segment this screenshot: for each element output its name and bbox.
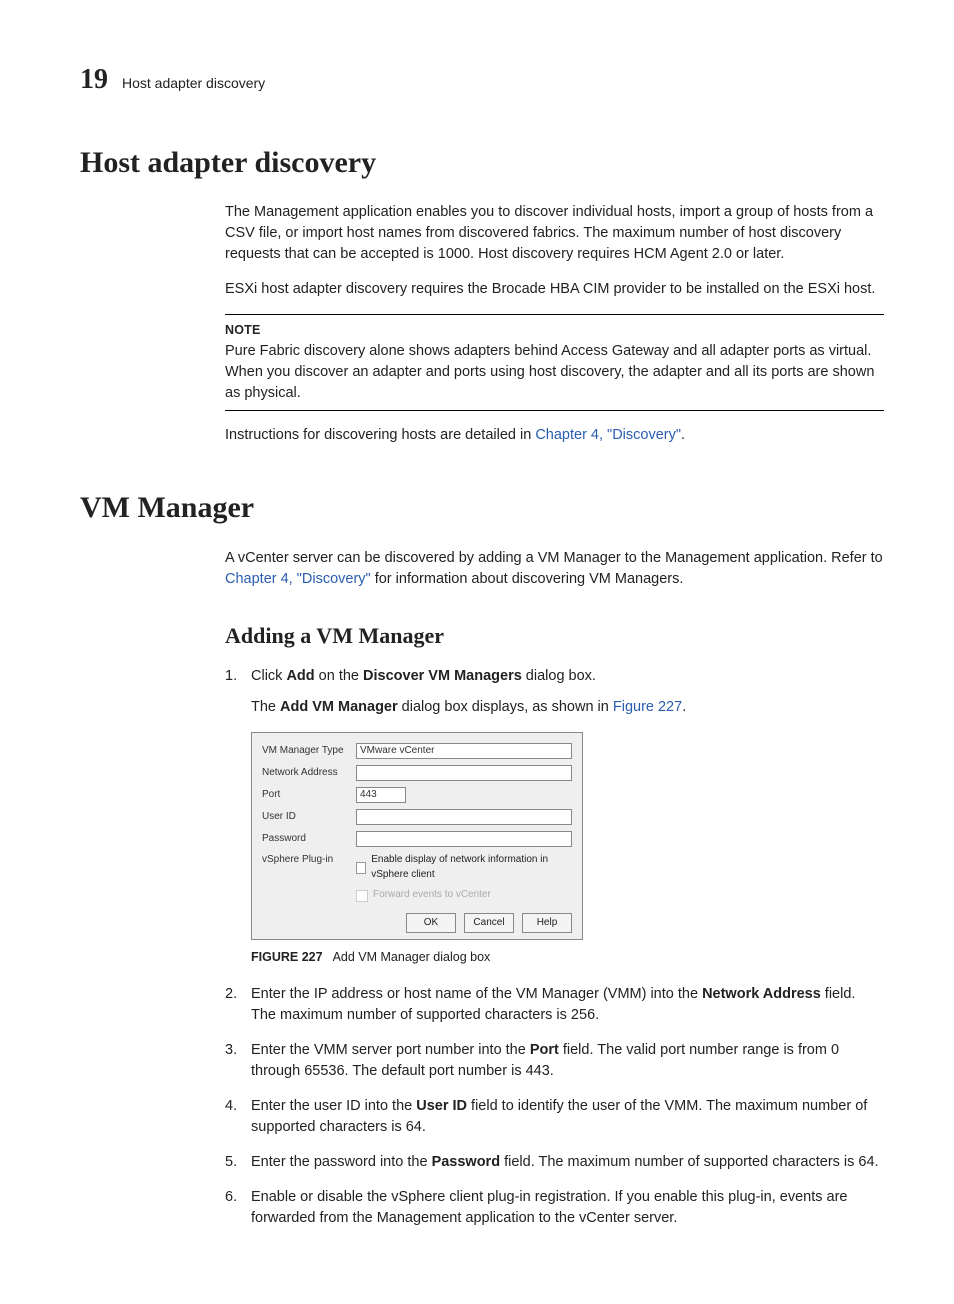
figure-label: FIGURE 227: [251, 950, 323, 964]
text: for information about discovering VM Man…: [371, 571, 684, 587]
text: Click: [251, 668, 286, 684]
subsection-heading-adding-vm: Adding a VM Manager: [225, 620, 884, 652]
dlg-label-port: Port: [262, 788, 348, 803]
checkbox-label: Enable display of network information in…: [371, 853, 572, 882]
dlg-field-type[interactable]: VMware vCenter: [356, 743, 572, 759]
cancel-button[interactable]: Cancel: [464, 913, 514, 933]
dlg-label-plugin: vSphere Plug-in: [262, 853, 348, 868]
text: The: [251, 699, 280, 715]
chapter-number: 19: [80, 60, 108, 101]
text: .: [681, 427, 685, 443]
ui-label: Add: [286, 668, 314, 684]
dlg-label-user: User ID: [262, 810, 348, 825]
text: Enter the password into the: [251, 1154, 432, 1170]
text: Enter the IP address or host name of the…: [251, 986, 702, 1002]
step-2: Enter the IP address or host name of the…: [225, 984, 884, 1026]
text: field. The maximum number of supported c…: [500, 1154, 879, 1170]
checkbox-icon: [356, 862, 366, 874]
text: Instructions for discovering hosts are d…: [225, 427, 535, 443]
ui-label: User ID: [416, 1098, 467, 1114]
step-6: Enable or disable the vSphere client plu…: [225, 1187, 884, 1229]
text: on the: [315, 668, 363, 684]
note-text: Pure Fabric discovery alone shows adapte…: [225, 341, 884, 404]
dlg-checkbox-forward-events: Forward events to vCenter: [356, 888, 572, 903]
figure-text: Add VM Manager dialog box: [333, 950, 491, 964]
step-5: Enter the password into the Password fie…: [225, 1152, 884, 1173]
step-1: Click Add on the Discover VM Managers di…: [225, 666, 884, 966]
cross-ref-link[interactable]: Chapter 4, "Discovery": [535, 427, 681, 443]
figure-ref-link[interactable]: Figure 227: [613, 699, 682, 715]
figure-caption: FIGURE 227 Add VM Manager dialog box: [251, 948, 884, 966]
dlg-field-addr[interactable]: [356, 765, 572, 781]
step-3: Enter the VMM server port number into th…: [225, 1040, 884, 1082]
dlg-field-user[interactable]: [356, 809, 572, 825]
ui-label: Network Address: [702, 986, 821, 1002]
text: Enter the user ID into the: [251, 1098, 416, 1114]
dlg-checkbox-enable-display[interactable]: Enable display of network information in…: [356, 853, 572, 882]
note-label: NOTE: [225, 321, 884, 339]
section-heading-vm-manager: VM Manager: [80, 486, 884, 530]
cross-ref-link[interactable]: Chapter 4, "Discovery": [225, 571, 371, 587]
step-4: Enter the user ID into the User ID field…: [225, 1096, 884, 1138]
procedure-list: Click Add on the Discover VM Managers di…: [225, 666, 884, 1229]
ui-label: Add VM Manager: [280, 699, 398, 715]
text: dialog box displays, as shown in: [398, 699, 613, 715]
text: dialog box.: [522, 668, 596, 684]
dlg-field-pass[interactable]: [356, 831, 572, 847]
dlg-label-pass: Password: [262, 832, 348, 847]
ui-label: Port: [530, 1042, 559, 1058]
dlg-label-type: VM Manager Type: [262, 744, 348, 759]
ui-label: Password: [432, 1154, 501, 1170]
dlg-field-port[interactable]: 443: [356, 787, 406, 803]
paragraph: Instructions for discovering hosts are d…: [225, 425, 884, 446]
text: Enable or disable the vSphere client plu…: [251, 1189, 847, 1226]
checkbox-icon: [356, 890, 368, 902]
add-vm-manager-dialog: VM Manager Type VMware vCenter Network A…: [251, 732, 583, 940]
section-heading-host-adapter: Host adapter discovery: [80, 141, 884, 185]
page-header: 19 Host adapter discovery: [80, 60, 884, 101]
paragraph: A vCenter server can be discovered by ad…: [225, 548, 884, 590]
dlg-label-addr: Network Address: [262, 766, 348, 781]
ui-label: Discover VM Managers: [363, 668, 522, 684]
text: A vCenter server can be discovered by ad…: [225, 550, 883, 566]
step-sub: The Add VM Manager dialog box displays, …: [251, 697, 884, 718]
help-button[interactable]: Help: [522, 913, 572, 933]
paragraph: The Management application enables you t…: [225, 202, 884, 265]
chapter-title: Host adapter discovery: [122, 73, 265, 93]
note-callout: NOTE Pure Fabric discovery alone shows a…: [225, 314, 884, 411]
text: Enter the VMM server port number into th…: [251, 1042, 530, 1058]
checkbox-label: Forward events to vCenter: [373, 888, 491, 903]
ok-button[interactable]: OK: [406, 913, 456, 933]
text: .: [682, 699, 686, 715]
paragraph: ESXi host adapter discovery requires the…: [225, 279, 884, 300]
